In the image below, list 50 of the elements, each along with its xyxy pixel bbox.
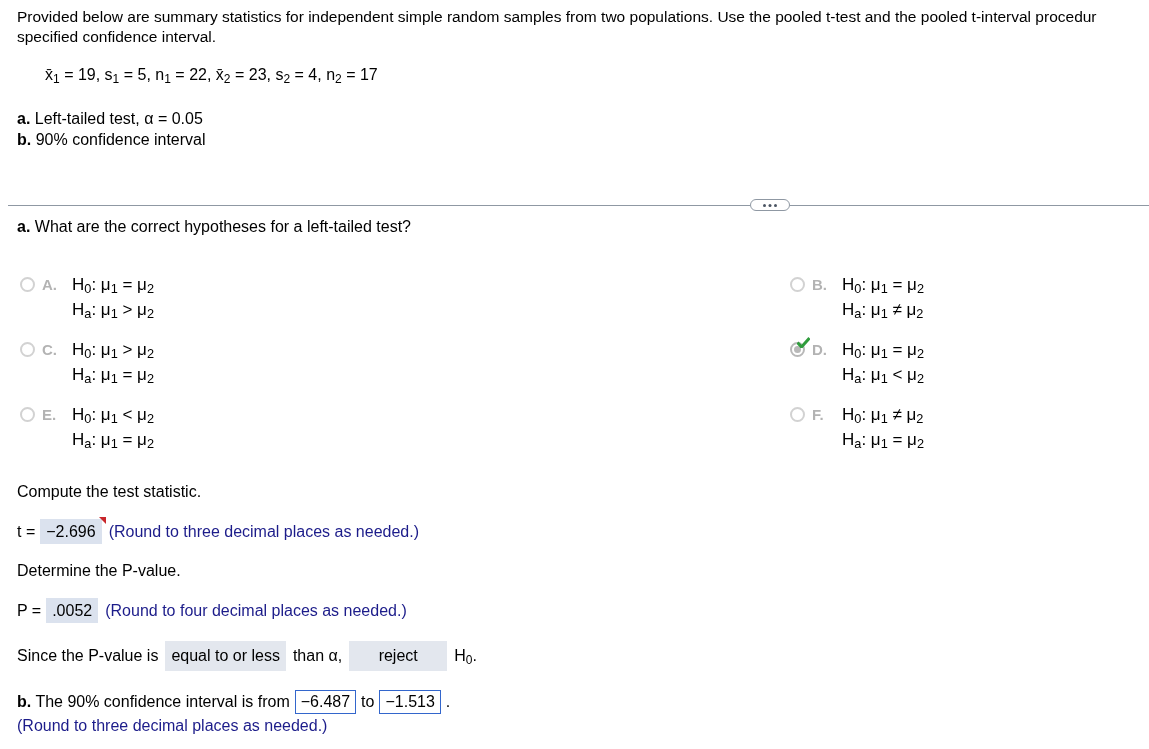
alternative-hypothesis: H$_{a}$: μ$_{1}$ = μ$_{2}$ xyxy=(72,364,154,387)
alternative-hypothesis: H$_{a}$: μ$_{1}$ = μ$_{2}$ xyxy=(842,429,924,452)
null-hypothesis: H$_{0}$: μ$_{1}$ = μ$_{2}$ xyxy=(842,274,924,297)
answer-field[interactable]: .0052 xyxy=(46,598,99,623)
answer-dropdown[interactable]: reject xyxy=(349,641,448,671)
null-hypothesis: H$_{0}$: μ$_{1}$ < μ$_{2}$ xyxy=(72,404,154,427)
answer-field[interactable]: −1.513 xyxy=(379,690,441,714)
rounding-hint: (Round to four decimal places as needed.) xyxy=(105,600,407,621)
sentence-text: H$_{0}$. xyxy=(454,646,477,666)
task-text: b. 90% confidence interval xyxy=(17,131,206,148)
sentence-text: . xyxy=(445,692,451,712)
prompt-text: Determine the P-value. xyxy=(17,562,181,579)
null-hypothesis: H$_{0}$: μ$_{1}$ > μ$_{2}$ xyxy=(72,339,154,362)
answer-field[interactable]: −6.487 xyxy=(294,690,357,714)
sentence-text: to xyxy=(361,692,375,712)
option-letter: B. xyxy=(812,276,827,293)
option-letter: D. xyxy=(812,341,827,358)
radio-button[interactable] xyxy=(20,277,35,292)
task-text: a. Left-tailed test, α = 0.05 xyxy=(17,110,203,127)
radio-button[interactable] xyxy=(790,407,805,422)
equation-label: t = xyxy=(17,521,36,542)
sentence-text: Since the P-value is xyxy=(17,646,159,666)
null-hypothesis: H$_{0}$: μ$_{1}$ = μ$_{2}$ xyxy=(842,339,924,362)
rounding-hint: (Round to three decimal places as needed.) xyxy=(108,521,420,542)
option-letter: F. xyxy=(812,406,824,423)
radio-button[interactable] xyxy=(20,407,35,422)
radio-button[interactable] xyxy=(20,342,35,357)
option-letter: E. xyxy=(42,406,57,423)
rounding-hint: (Round to three decimal places as needed.) xyxy=(17,717,328,734)
null-hypothesis: H$_{0}$: μ$_{1}$ ≠ μ$_{2}$ xyxy=(842,404,924,427)
option-letter: C. xyxy=(42,341,57,358)
instruction-text: specified confidence interval. xyxy=(17,28,217,45)
prompt-text: Compute the test statistic. xyxy=(17,483,202,500)
ellipsis-icon xyxy=(763,203,777,207)
alternative-hypothesis: H$_{a}$: μ$_{1}$ = μ$_{2}$ xyxy=(72,429,154,452)
alternative-hypothesis: H$_{a}$: μ$_{1}$ > μ$_{2}$ xyxy=(72,299,154,322)
instruction-text: Provided below are summary statistics for independent simple random samples from two populations. Use the pooled t-test and the pooled t-interval procedur xyxy=(17,8,1097,25)
sentence-text: than α, xyxy=(292,646,343,666)
question-text: a. What are the correct hypotheses for a left-tailed test? xyxy=(17,218,411,235)
given-statistics: x̄$_{1}$ = 19, s$_{1}$ = 5, n$_{1}$ = 22, x̄$_{2}$ = 23, s$_{2}$ = 4, n$_{2}$ = 17 xyxy=(45,66,378,83)
checkmark-icon xyxy=(797,337,810,348)
option-letter: A. xyxy=(42,276,57,293)
alternative-hypothesis: H$_{a}$: μ$_{1}$ < μ$_{2}$ xyxy=(842,364,924,387)
alternative-hypothesis: H$_{a}$: μ$_{1}$ ≠ μ$_{2}$ xyxy=(842,299,924,322)
radio-button[interactable] xyxy=(790,277,805,292)
sentence-text: b. The 90% confidence interval is from xyxy=(17,692,290,712)
more-button[interactable] xyxy=(750,199,790,211)
answer-dropdown[interactable]: equal to or less xyxy=(165,641,286,671)
null-hypothesis: H$_{0}$: μ$_{1}$ = μ$_{2}$ xyxy=(72,274,154,297)
equation-label: P = xyxy=(17,600,42,621)
